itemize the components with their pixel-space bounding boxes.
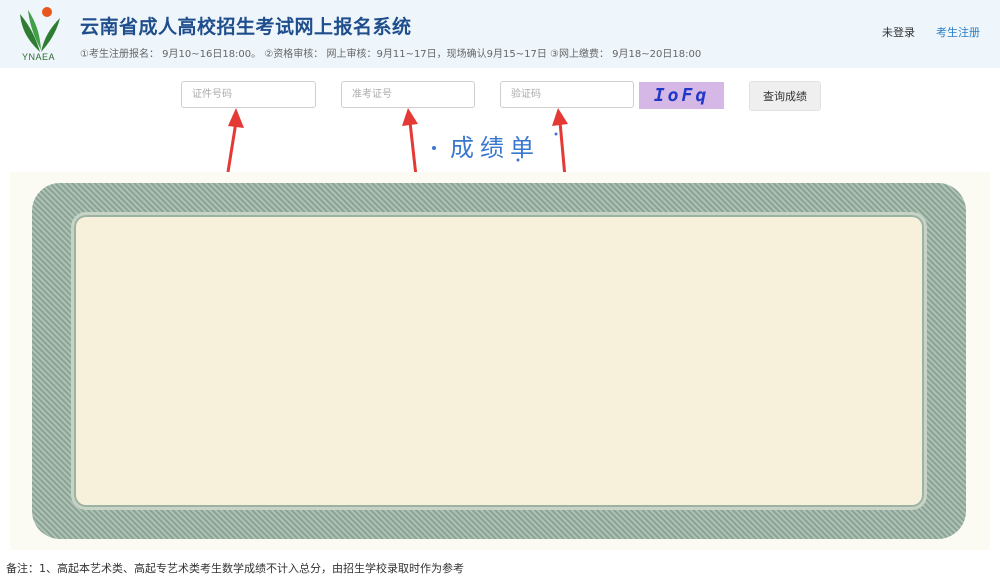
schedule-notice: ①考生注册报名： 9月10~16日18:00。 ②资格审核： 网上审核：9月11… bbox=[80, 49, 702, 60]
captcha-image[interactable]: IoFq bbox=[639, 82, 724, 109]
logo-text: YNAEA bbox=[22, 52, 56, 62]
score-sheet-frame bbox=[32, 183, 966, 539]
footer-remark: 备注：1、高起本艺术类、高起专艺术类考生数学成绩不计入总分，由招生学校录取时作为… bbox=[6, 562, 464, 575]
exam-number-input[interactable] bbox=[341, 81, 475, 108]
site-title: 云南省成人高校招生考试网上报名系统 bbox=[80, 16, 412, 38]
id-number-input[interactable] bbox=[181, 81, 316, 108]
register-link[interactable]: 考生注册 bbox=[936, 24, 980, 40]
query-score-button[interactable]: 查询成绩 bbox=[749, 81, 821, 111]
score-sheet-title: 成绩单 bbox=[450, 134, 540, 162]
arrow-icon bbox=[226, 108, 244, 173]
header-bar: YNAEA 云南省成人高校招生考试网上报名系统 ①考生注册报名： 9月10~16… bbox=[0, 0, 1000, 68]
captcha-input[interactable] bbox=[500, 81, 634, 108]
score-sheet-content bbox=[74, 215, 924, 507]
login-status-link[interactable]: 未登录 bbox=[882, 24, 915, 40]
